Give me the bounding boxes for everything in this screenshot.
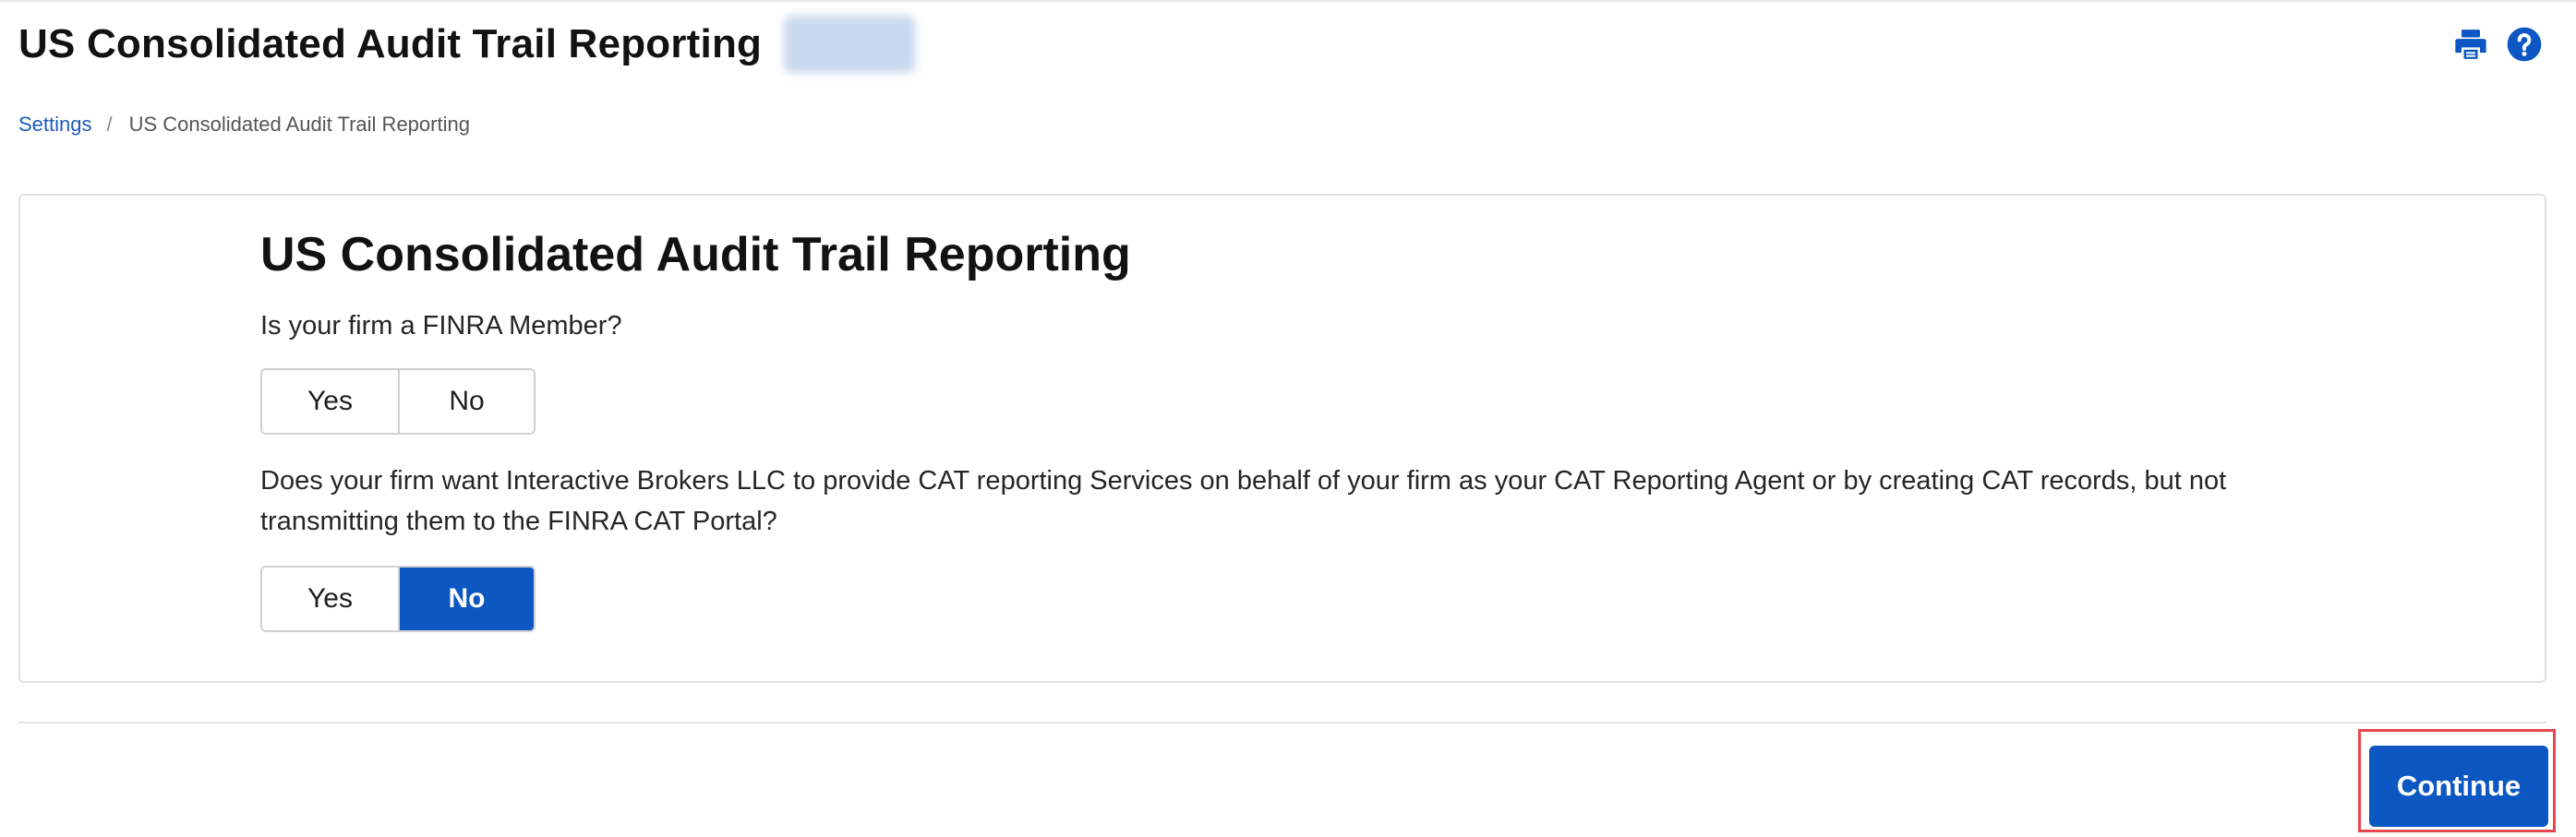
cat-services-toggle: Yes No [260,566,536,633]
finra-member-question: Is your firm a FINRA Member? [260,311,622,341]
continue-button[interactable]: Continue [2369,746,2548,827]
card-title: US Consolidated Audit Trail Reporting [260,228,1131,281]
card-content: US Consolidated Audit Trail Reporting Is… [260,228,2329,633]
cat-services-question: Does your firm want Interactive Brokers … [260,466,2227,537]
finra-member-toggle: Yes No [260,368,536,436]
footer-divider [18,722,2546,723]
breadcrumb-current: US Consolidated Audit Trail Reporting [128,113,470,136]
page-title: US Consolidated Audit Trail Reporting [18,21,763,66]
breadcrumb: Settings / US Consolidated Audit Trail R… [18,113,470,137]
top-shadow [0,0,2576,4]
finra-member-no-button[interactable]: No [398,370,534,434]
header-tools [2452,26,2543,63]
help-icon[interactable] [2506,26,2543,63]
breadcrumb-separator: / [106,113,113,136]
breadcrumb-settings-link[interactable]: Settings [18,113,92,137]
cat-services-no-button[interactable]: No [398,568,534,631]
page-header: US Consolidated Audit Trail Reporting [18,15,916,74]
print-icon[interactable] [2452,26,2489,63]
cat-services-yes-button[interactable]: Yes [262,568,398,631]
account-id-redacted [784,16,916,73]
finra-member-yes-button[interactable]: Yes [262,370,398,434]
cat-reporting-card: US Consolidated Audit Trail Reporting Is… [18,194,2546,683]
